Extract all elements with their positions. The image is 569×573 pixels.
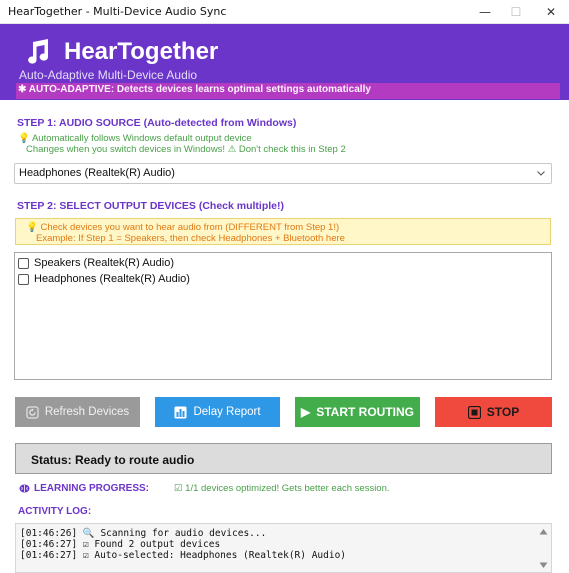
start-routing-label: START ROUTING <box>316 405 414 419</box>
play-icon: ▶ <box>300 405 311 419</box>
step2-warning-line1: 💡 Check devices you want to hear audio f… <box>26 222 340 233</box>
app-name: HearTogether <box>64 38 219 65</box>
bar-chart-icon <box>174 406 187 419</box>
chevron-down-icon <box>537 171 545 176</box>
audio-source-select[interactable]: Headphones (Realtek(R) Audio) <box>14 163 552 184</box>
stop-button[interactable]: STOP <box>435 397 552 427</box>
status-text: Status: Ready to route audio <box>31 453 195 467</box>
close-button[interactable]: ✕ <box>533 0 569 24</box>
device-checkbox-headphones[interactable] <box>18 273 29 285</box>
refresh-icon <box>26 406 39 419</box>
step1-label: STEP 1: AUDIO SOURCE (Auto-detected from… <box>17 117 297 129</box>
device-label: Speakers (Realtek(R) Audio) <box>34 257 175 269</box>
stop-label: STOP <box>486 405 520 419</box>
maximize-icon: ☐ <box>510 5 522 19</box>
log-line: [01:46:26] 🔍 Scanning for audio devices.… <box>20 528 267 539</box>
device-label: Headphones (Realtek(R) Audio) <box>34 273 190 285</box>
brain-icon <box>19 484 30 493</box>
delay-report-button[interactable]: Delay Report <box>155 397 280 427</box>
device-checkbox-speakers[interactable] <box>18 257 29 269</box>
scroll-up-icon[interactable] <box>539 528 548 535</box>
step2-warning-box: 💡 Check devices you want to hear audio f… <box>15 218 551 245</box>
learning-progress-label: LEARNING PROGRESS: <box>19 483 149 494</box>
title-bar: HearTogether - Multi-Device Audio Sync —… <box>0 0 569 24</box>
activity-log-label: ACTIVITY LOG: <box>18 506 92 517</box>
learning-progress-value: ☑ 1/1 devices optimized! Gets better eac… <box>174 483 390 494</box>
app-tagline: Auto-Adaptive Multi-Device Audio <box>19 68 198 82</box>
activity-log[interactable]: [01:46:26] 🔍 Scanning for audio devices.… <box>15 523 552 573</box>
step2-warning-line2: Example: If Step 1 = Speakers, then chec… <box>36 233 345 244</box>
scroll-down-icon[interactable] <box>539 562 548 569</box>
music-note-icon <box>28 39 49 64</box>
refresh-devices-label: Refresh Devices <box>44 406 130 418</box>
step1-hint-warning: Changes when you switch devices in Windo… <box>26 144 346 155</box>
learning-progress-text: LEARNING PROGRESS: <box>34 483 150 494</box>
auto-adaptive-banner: ✱ AUTO-ADAPTIVE: Detects devices learns … <box>16 83 560 99</box>
refresh-devices-button[interactable]: Refresh Devices <box>15 397 140 427</box>
start-routing-button[interactable]: ▶ START ROUTING <box>295 397 420 427</box>
device-item-headphones[interactable]: Headphones (Realtek(R) Audio) <box>18 271 190 287</box>
log-line: [01:46:27] ☑ Auto-selected: Headphones (… <box>20 550 347 561</box>
step1-hint: 💡 Automatically follows Windows default … <box>18 133 252 144</box>
output-device-list[interactable]: Speakers (Realtek(R) Audio) Headphones (… <box>14 252 552 380</box>
close-icon: ✕ <box>545 5 557 19</box>
device-item-speakers[interactable]: Speakers (Realtek(R) Audio) <box>18 255 174 271</box>
minimize-icon: — <box>479 5 491 19</box>
window-title: HearTogether - Multi-Device Audio Sync <box>8 5 227 18</box>
delay-report-label: Delay Report <box>193 406 261 418</box>
log-line: [01:46:27] ☑ Found 2 output devices <box>20 539 221 550</box>
maximize-button[interactable]: ☐ <box>498 0 534 24</box>
step2-label: STEP 2: SELECT OUTPUT DEVICES (Check mul… <box>17 200 285 212</box>
stop-icon <box>467 405 481 419</box>
status-bar: Status: Ready to route audio <box>15 443 552 474</box>
audio-source-value: Headphones (Realtek(R) Audio) <box>19 167 175 179</box>
